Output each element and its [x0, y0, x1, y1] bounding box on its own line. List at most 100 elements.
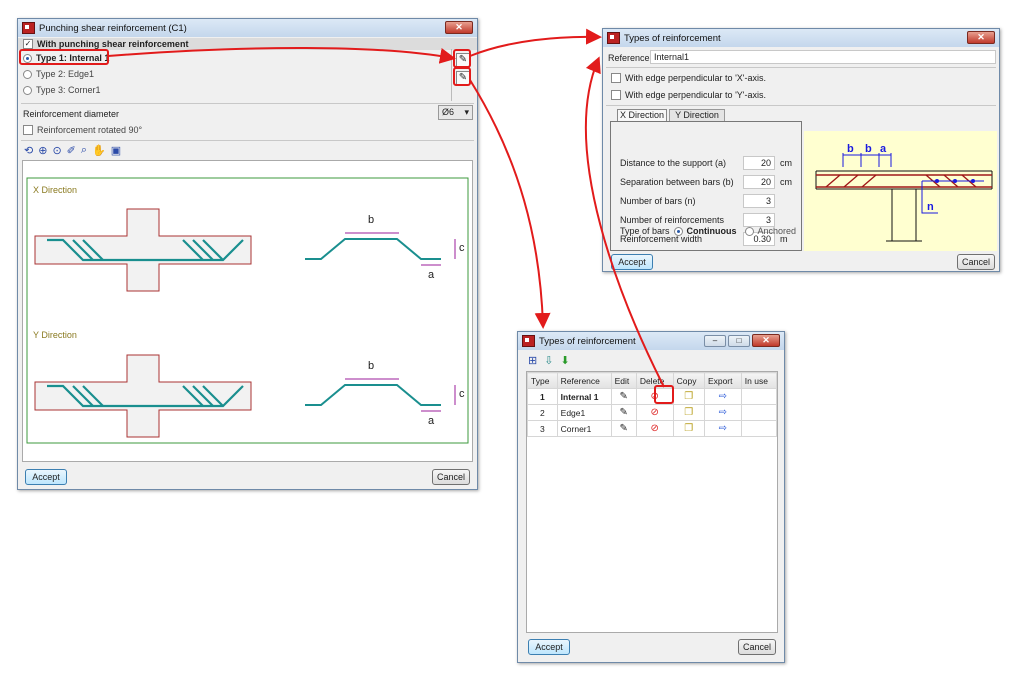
dim-a-label: a	[428, 269, 435, 281]
reference-cell: Corner1	[556, 420, 612, 437]
rotated-checkbox[interactable]: Reinforcement rotated 90°	[23, 125, 142, 135]
copy-icon[interactable]: ❐	[672, 404, 705, 421]
reinforcement-diagram: b b a n	[804, 131, 997, 251]
field-input[interactable]: 3	[743, 194, 775, 208]
with-reinforcement-label: With punching shear reinforcement	[37, 39, 189, 49]
cancel-button[interactable]: Cancel	[738, 639, 776, 655]
reference-cell: Internal 1	[556, 388, 612, 405]
column-header[interactable]: Edit	[610, 372, 637, 389]
edge-y-checkbox[interactable]: With edge perpendicular to 'Y'-axis.	[611, 90, 766, 100]
edit-type-button[interactable]: ✎	[456, 53, 470, 67]
print-icon[interactable]: ▣	[111, 144, 121, 157]
punching-shear-dialog: Punching shear reinforcement (C1) ✕ ✓ Wit…	[17, 18, 478, 490]
field-input[interactable]: 20	[743, 175, 775, 189]
x-direction-label: X Direction	[33, 185, 78, 195]
accept-button[interactable]: Accept	[25, 469, 67, 485]
in-use-cell	[740, 388, 778, 405]
column-header[interactable]: Reference	[556, 372, 612, 389]
field-label: Separation between bars (b)	[620, 177, 734, 187]
close-button[interactable]: ✕	[967, 31, 995, 44]
diagram-a-label: a	[880, 143, 887, 155]
edge-x-checkbox[interactable]: With edge perpendicular to 'X'-axis.	[611, 73, 766, 83]
cancel-button[interactable]: Cancel	[432, 469, 470, 485]
field-label: Distance to the support (a)	[620, 158, 727, 168]
view-toolbar: ⟲ ⊕ ⊙ ✐ ⌕ ✋ ▣	[24, 144, 121, 157]
export-icon[interactable]: ⇨	[703, 404, 742, 421]
reinforcement-toggle[interactable]: ✓ With punching shear reinforcement	[18, 38, 477, 50]
in-use-cell	[740, 420, 778, 437]
save-green-icon[interactable]: ⬇	[560, 354, 569, 367]
type-cell: 2	[527, 404, 558, 421]
column-header[interactable]: Delete	[635, 372, 674, 389]
table-row[interactable]: 2 Edge1 ✎ ⊘ ❐ ⇨	[527, 404, 778, 421]
zoom-in-icon[interactable]: ⊕	[38, 144, 47, 157]
export-icon[interactable]: ⇨	[703, 388, 742, 405]
dialog-title: Types of reinforcement	[624, 32, 721, 44]
copy-icon[interactable]: ❐	[672, 420, 705, 437]
accept-button[interactable]: Accept	[528, 639, 570, 655]
diagram-b-label: b	[865, 143, 872, 155]
zoom-icon[interactable]: ⌕	[81, 144, 87, 157]
diameter-label: Reinforcement diameter	[23, 109, 120, 119]
delete-icon[interactable]: ⊘	[635, 388, 674, 405]
pan-hand-icon[interactable]: ✋	[92, 144, 106, 157]
y-direction-label: Y Direction	[33, 330, 77, 340]
type-cell: 3	[527, 420, 558, 437]
column-header[interactable]: Type	[527, 372, 558, 389]
types-table: Type Reference Edit Delete Copy Export In use …	[527, 372, 778, 437]
diameter-select[interactable]: Ø6 ▾	[438, 105, 473, 120]
maximize-button[interactable]: □	[728, 335, 750, 347]
zoom-window-icon[interactable]: ⊙	[52, 144, 61, 157]
type-label: Type 3: Corner1	[36, 85, 101, 95]
field-input[interactable]: 20	[743, 156, 775, 170]
delete-icon[interactable]: ⊘	[635, 404, 674, 421]
list-toolbar: ⊞ ⇩ ⬇	[528, 354, 570, 367]
measure-icon[interactable]: ✐	[67, 144, 76, 157]
radio-icon	[23, 85, 32, 95]
edit-icon[interactable]: ✎	[610, 388, 637, 405]
edit-pencil-button[interactable]: ✎	[456, 71, 470, 85]
edit-icon[interactable]: ✎	[610, 404, 637, 421]
app-icon	[607, 32, 620, 44]
table-row[interactable]: 3 Corner1 ✎ ⊘ ❐ ⇨	[527, 420, 778, 437]
column-header[interactable]: In use	[740, 372, 778, 389]
dim-b-label: b	[368, 360, 375, 372]
type-3-radio[interactable]: Type 3: Corner1	[23, 85, 101, 95]
reference-cell: Edge1	[556, 404, 612, 421]
dim-a-label: a	[428, 415, 435, 427]
title-bar: Types of reinforcement ✕	[603, 29, 999, 47]
continuous-radio[interactable]	[673, 226, 683, 236]
radio-icon	[23, 53, 32, 63]
copy-icon[interactable]: ❐	[672, 388, 705, 405]
export-icon[interactable]: ⇨	[703, 420, 742, 437]
y-section-drawing	[34, 354, 456, 438]
cancel-button[interactable]: Cancel	[957, 254, 995, 270]
arrow-to-edit-dialog	[469, 28, 602, 57]
delete-icon[interactable]: ⊘	[635, 420, 674, 437]
type-2-radio[interactable]: Type 2: Edge1	[23, 69, 94, 79]
table-row[interactable]: 1 Internal 1 ✎ ⊘ ❐ ⇨	[527, 388, 778, 405]
reinforcement-drawing	[26, 177, 469, 444]
field-input[interactable]: 3	[743, 213, 775, 227]
zoom-extents-icon[interactable]: ⟲	[24, 144, 33, 157]
minimize-button[interactable]: –	[704, 335, 726, 347]
tab-y-direction[interactable]: Y Direction	[669, 109, 725, 121]
type-1-radio[interactable]: Type 1: Internal 1	[23, 53, 109, 63]
app-icon	[522, 335, 535, 347]
field-label: Number of reinforcements	[620, 215, 725, 225]
dim-c-label: c	[459, 388, 465, 400]
accept-button[interactable]: Accept	[611, 254, 653, 270]
close-button[interactable]: ✕	[752, 334, 780, 347]
field-label: Number of bars (n)	[620, 196, 696, 206]
close-button[interactable]: ✕	[445, 21, 473, 34]
new-icon[interactable]: ⊞	[528, 354, 537, 367]
column-header[interactable]: Copy	[672, 372, 705, 389]
column-header[interactable]: Export	[703, 372, 742, 389]
anchored-radio[interactable]	[744, 226, 754, 236]
bar-type-group: Type of bars Continuous Anchored	[620, 226, 797, 236]
import-icon[interactable]: ⇩	[544, 354, 553, 367]
reference-input[interactable]: Internal1	[650, 50, 996, 64]
diagram-b-label: b	[847, 143, 854, 155]
dim-b-label: b	[368, 214, 375, 226]
edit-icon[interactable]: ✎	[610, 420, 637, 437]
